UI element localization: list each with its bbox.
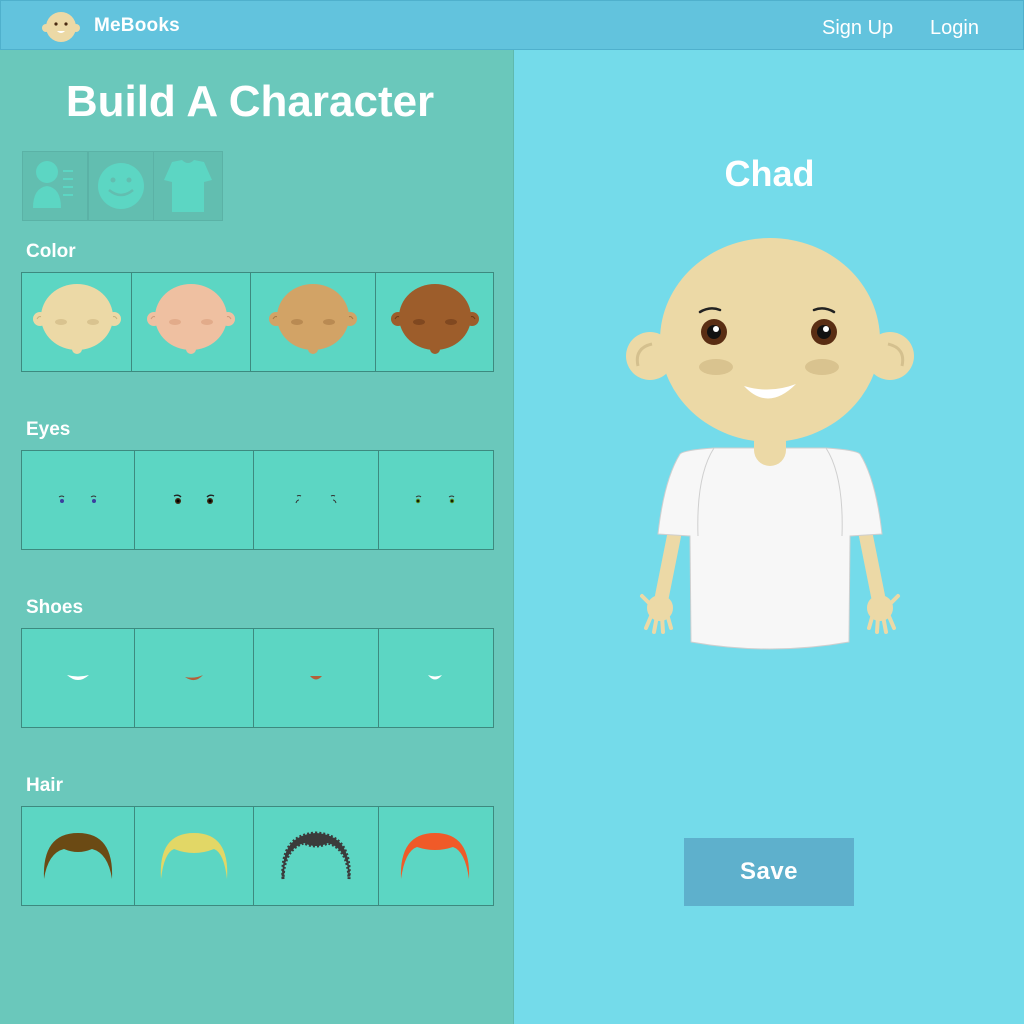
eyes-option-1[interactable] <box>22 451 135 549</box>
right-eye <box>811 319 837 345</box>
smile-brown-icon <box>185 675 203 681</box>
shoes-options <box>21 628 494 728</box>
hair-option-2[interactable] <box>135 807 254 905</box>
shirt-tab-icon <box>164 160 212 212</box>
skin-head-icon <box>269 284 357 354</box>
tab-face[interactable] <box>89 152 154 220</box>
mebooks-logo-icon[interactable] <box>41 11 81 43</box>
shoes-section-label: Shoes <box>26 597 84 618</box>
skin-head-icon <box>147 284 235 354</box>
left-hand <box>640 594 673 634</box>
left-cheek <box>699 359 733 375</box>
hair-option-1[interactable] <box>22 807 135 905</box>
eyes-style-1-icon <box>58 495 97 503</box>
hair-blond-icon <box>160 833 228 879</box>
character-name: Chad <box>724 153 815 194</box>
character-figure <box>626 238 914 650</box>
hair-red-icon <box>400 833 470 879</box>
color-option-2[interactable] <box>132 273 251 371</box>
left-arm <box>655 519 683 603</box>
shoes-option-4[interactable] <box>379 629 491 727</box>
tab-shirt[interactable] <box>154 152 222 220</box>
hair-section-label: Hair <box>26 775 63 796</box>
page-title: Build A Character <box>65 77 435 126</box>
color-option-3[interactable] <box>251 273 376 371</box>
tab-body[interactable] <box>23 152 89 220</box>
eyes-option-2[interactable] <box>135 451 254 549</box>
eyes-section-label: Eyes <box>26 419 71 440</box>
preview-panel: Chad Save <box>513 50 1024 1024</box>
right-arm <box>857 519 885 603</box>
sign-up-link[interactable]: Sign Up <box>822 17 893 40</box>
smile-white-icon <box>67 675 89 680</box>
hair-option-3[interactable] <box>254 807 379 905</box>
color-option-1[interactable] <box>22 273 132 371</box>
head <box>660 238 880 442</box>
right-hand <box>867 594 900 634</box>
face-tab-icon <box>98 163 144 209</box>
shirt <box>657 447 883 650</box>
color-section-label: Color <box>26 241 76 262</box>
shoes-option-1[interactable] <box>22 629 135 727</box>
eyes-style-4-icon <box>415 495 455 504</box>
shoes-option-2[interactable] <box>135 629 254 727</box>
skin-head-icon <box>32 284 121 354</box>
eyes-style-2-icon <box>173 494 215 504</box>
hair-options <box>21 806 494 906</box>
smile-small-icon <box>310 676 322 680</box>
smile-narrow-icon <box>428 675 442 680</box>
eyes-option-4[interactable] <box>379 451 491 549</box>
left-eye <box>701 319 727 345</box>
save-button[interactable]: Save <box>684 838 854 906</box>
body-tab-icon <box>33 161 73 208</box>
skin-head-icon <box>390 284 479 354</box>
eyes-style-3-icon <box>295 495 337 504</box>
hair-option-4[interactable] <box>379 807 491 905</box>
hair-curly-black-icon <box>281 831 351 880</box>
shoes-option-3[interactable] <box>254 629 379 727</box>
brand-name[interactable]: MeBooks <box>94 15 180 37</box>
eyes-options <box>21 450 494 550</box>
category-tabs <box>22 151 223 221</box>
login-link[interactable]: Login <box>930 17 979 40</box>
builder-panel: Build A Character Color Eyes Shoes Hair <box>0 50 513 1024</box>
hair-brown-icon <box>43 833 113 879</box>
right-cheek <box>805 359 839 375</box>
color-option-4[interactable] <box>376 273 493 371</box>
eyes-option-3[interactable] <box>254 451 379 549</box>
color-options <box>21 272 494 372</box>
top-bar: MeBooks Sign Up Login <box>0 0 1024 50</box>
